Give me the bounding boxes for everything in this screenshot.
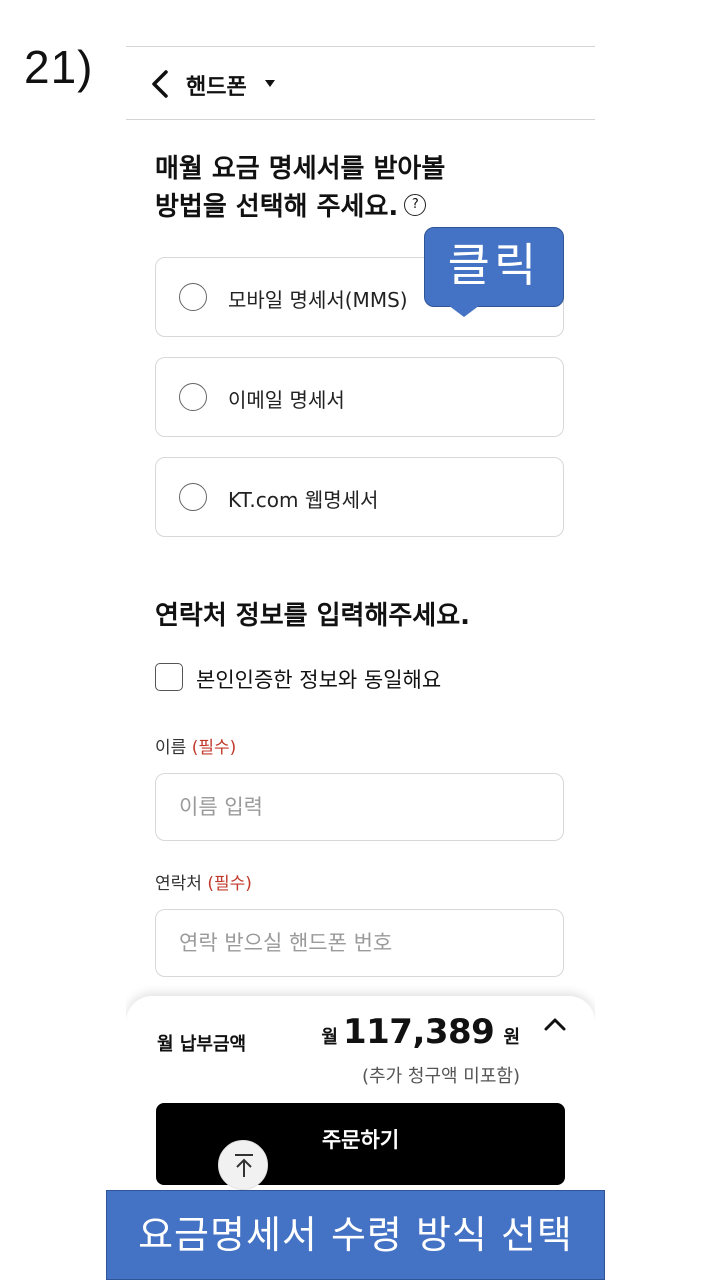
arrow-up-to-top-icon <box>235 1154 253 1177</box>
same-as-verified-label[interactable]: 본인인증한 정보와 동일해요 <box>196 664 441 694</box>
price-note: (추가 청구액 미포함) <box>362 1066 520 1087</box>
phone-label-text: 연락처 <box>155 874 202 894</box>
required-badge: (필수) <box>191 738 237 758</box>
option-label: 모바일 명세서(MMS) <box>228 288 408 312</box>
radio-button[interactable] <box>179 383 207 411</box>
back-arrow-icon[interactable] <box>148 69 174 99</box>
required-badge: (필수) <box>207 874 252 894</box>
callout-pointer <box>448 305 480 317</box>
name-field-label: 이름 (필수) <box>155 733 236 758</box>
top-bar: 핸드폰 <box>126 46 595 120</box>
phone-screen: 핸드폰 매월 요금 명세서를 받아볼 방법을 선택해 주세요.? 모바일 명세서… <box>126 0 595 1280</box>
billing-title-line2-text: 방법을 선택해 주세요. <box>155 192 399 222</box>
radio-button[interactable] <box>179 483 207 511</box>
name-input[interactable] <box>155 773 564 841</box>
name-label-text: 이름 <box>155 738 187 758</box>
help-icon[interactable]: ? <box>404 193 427 216</box>
currency-prefix: 월 <box>321 1027 338 1048</box>
step-label: 21) <box>24 41 94 93</box>
contact-section-title: 연락처 정보를 입력해주세요. <box>155 601 471 631</box>
option-label: 이메일 명세서 <box>228 388 345 412</box>
step-caption: 요금명세서 수령 방식 선택 <box>106 1190 605 1280</box>
billing-option-web[interactable]: KT.com 웹명세서 <box>155 457 564 537</box>
phone-input[interactable] <box>155 909 564 977</box>
monthly-payment-label: 월 납부금액 <box>157 1034 247 1055</box>
billing-section-title: 매월 요금 명세서를 받아볼 방법을 선택해 주세요.? <box>155 150 445 226</box>
order-button[interactable]: 주문하기 <box>156 1103 565 1185</box>
monthly-price: 월 117,389 원 <box>321 1012 520 1052</box>
chevron-up-icon[interactable] <box>543 1016 567 1032</box>
price-amount: 117,389 <box>342 1012 495 1052</box>
billing-title-line2: 방법을 선택해 주세요.? <box>155 188 445 226</box>
page-title[interactable]: 핸드폰 <box>186 69 247 101</box>
same-as-verified-checkbox[interactable] <box>155 663 183 691</box>
click-callout: 클릭 <box>424 227 564 307</box>
currency-suffix: 원 <box>503 1027 520 1048</box>
phone-field-label: 연락처 (필수) <box>155 869 252 894</box>
option-label: KT.com 웹명세서 <box>228 488 379 512</box>
billing-title-line1: 매월 요금 명세서를 받아볼 <box>155 154 446 184</box>
radio-button[interactable] <box>179 283 207 311</box>
caret-down-icon[interactable] <box>264 77 276 89</box>
scroll-to-top-button[interactable] <box>218 1140 268 1190</box>
billing-option-email[interactable]: 이메일 명세서 <box>155 357 564 437</box>
